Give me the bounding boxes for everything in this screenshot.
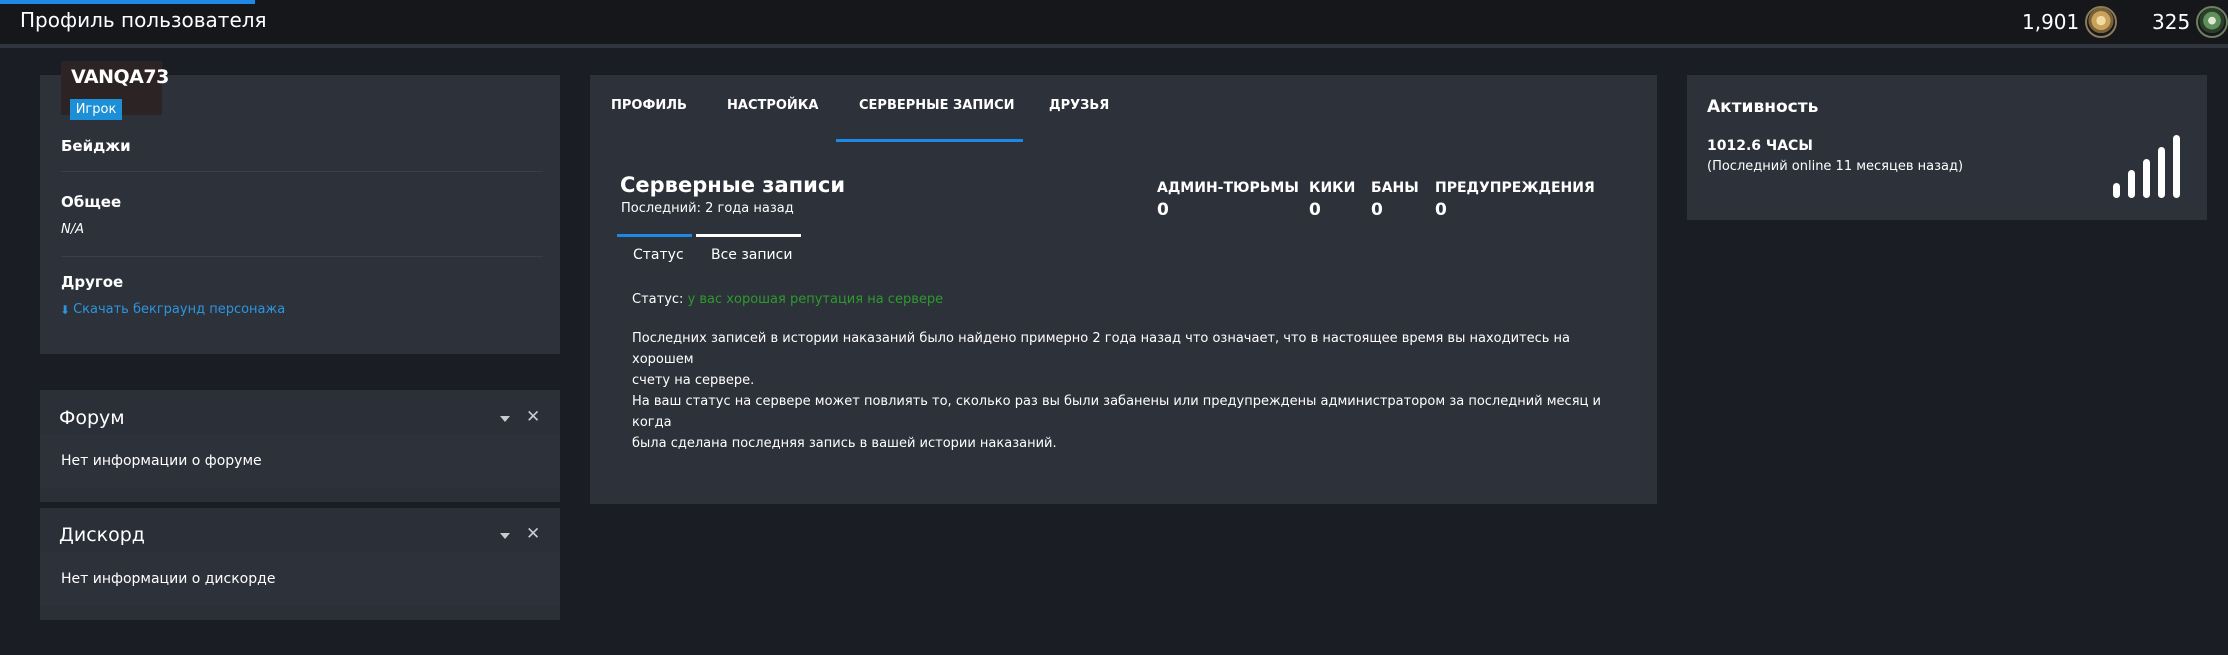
paragraph-line: счету на сервере.: [632, 373, 755, 388]
green-coin-icon: [2196, 6, 2228, 38]
activity-last-online: (Последний online 11 месяцев назад): [1707, 159, 1964, 174]
chevron-down-icon[interactable]: [500, 416, 510, 422]
discord-title: Дискорд: [59, 524, 145, 546]
username: VANQA73: [71, 66, 169, 88]
records-paragraph-1: Последних записей в истории наказаний бы…: [632, 328, 1632, 391]
stat-bans-label: БАНЫ: [1371, 180, 1419, 196]
subtab-status[interactable]: Статус: [633, 247, 684, 263]
page-title: Профиль пользователя: [20, 8, 267, 32]
stat-bans-value: 0: [1371, 200, 1383, 220]
discord-widget-footer: [40, 606, 560, 620]
signal-bar: [2143, 159, 2150, 198]
tab-server-records[interactable]: СЕРВЕРНЫЕ ЗАПИСИ: [859, 98, 1015, 113]
currency-green: 325: [2152, 6, 2228, 38]
role-badge: Игрок: [70, 99, 122, 120]
activity-hours: 1012.6 ЧАСЫ: [1707, 138, 1813, 154]
download-link-label: Скачать бекграунд персонажа: [73, 302, 286, 317]
other-label: Другое: [61, 273, 124, 291]
stat-kicks-value: 0: [1309, 200, 1321, 220]
stat-kicks-label: КИКИ: [1309, 180, 1356, 196]
paragraph-line: была сделана последняя запись в вашей ис…: [632, 436, 1057, 451]
subtab-status-indicator: [617, 234, 692, 237]
status-value: у вас хорошая репутация на сервере: [687, 292, 944, 307]
status-line: Статус: у вас хорошая репутация на серве…: [632, 292, 943, 307]
currency-gold: 1,901: [2022, 6, 2118, 38]
status-label: Статус:: [632, 292, 684, 307]
records-paragraph-2: На ваш статус на сервере может повлиять …: [632, 391, 1632, 454]
paragraph-line: Последних записей в истории наказаний бы…: [632, 331, 1571, 367]
general-label: Общее: [61, 193, 122, 211]
discord-text: Нет информации о дискорде: [61, 571, 276, 587]
chevron-down-icon[interactable]: [500, 533, 510, 539]
top-bar: [0, 0, 2228, 44]
top-bar-border: [0, 44, 2228, 48]
signal-bar: [2158, 147, 2165, 198]
download-icon: ⬇: [60, 302, 71, 317]
gold-medal-icon: [2085, 6, 2118, 38]
download-background-link[interactable]: ⬇ Скачать бекграунд персонажа: [60, 302, 285, 317]
close-icon[interactable]: ✕: [526, 409, 540, 426]
stat-admin-jail-value: 0: [1157, 200, 1169, 220]
paragraph-line: На ваш статус на сервере может повлиять …: [632, 394, 1601, 430]
stat-warnings-label: ПРЕДУПРЕЖДЕНИЯ: [1435, 180, 1595, 196]
activity-title: Активность: [1707, 97, 1819, 117]
forum-text: Нет информации о форуме: [61, 453, 262, 469]
records-title: Серверные записи: [620, 173, 846, 197]
active-tab-indicator: [836, 139, 1023, 142]
records-last: Последний: 2 года назад: [621, 201, 794, 216]
currency-green-value: 325: [2152, 10, 2191, 34]
general-value: N/A: [61, 222, 84, 237]
top-progress-bar: [0, 0, 255, 4]
stat-warnings-value: 0: [1435, 200, 1447, 220]
stat-admin-jail-label: АДМИН-ТЮРЬМЫ: [1157, 180, 1299, 196]
signal-bar: [2113, 183, 2120, 198]
tab-profile[interactable]: ПРОФИЛЬ: [611, 98, 687, 113]
signal-bar: [2128, 170, 2135, 198]
tab-friends[interactable]: ДРУЗЬЯ: [1049, 98, 1109, 113]
divider: [61, 171, 543, 172]
subtab-all-indicator: [696, 234, 801, 237]
currency-gold-value: 1,901: [2022, 10, 2080, 34]
signal-bar: [2173, 135, 2180, 198]
forum-widget-footer: [40, 488, 560, 502]
subtab-all-records[interactable]: Все записи: [711, 247, 792, 263]
badges-label: Бейджи: [61, 137, 131, 155]
divider: [61, 256, 543, 257]
forum-title: Форум: [59, 407, 125, 429]
tab-settings[interactable]: НАСТРОЙКА: [727, 98, 819, 113]
close-icon[interactable]: ✕: [526, 526, 540, 543]
